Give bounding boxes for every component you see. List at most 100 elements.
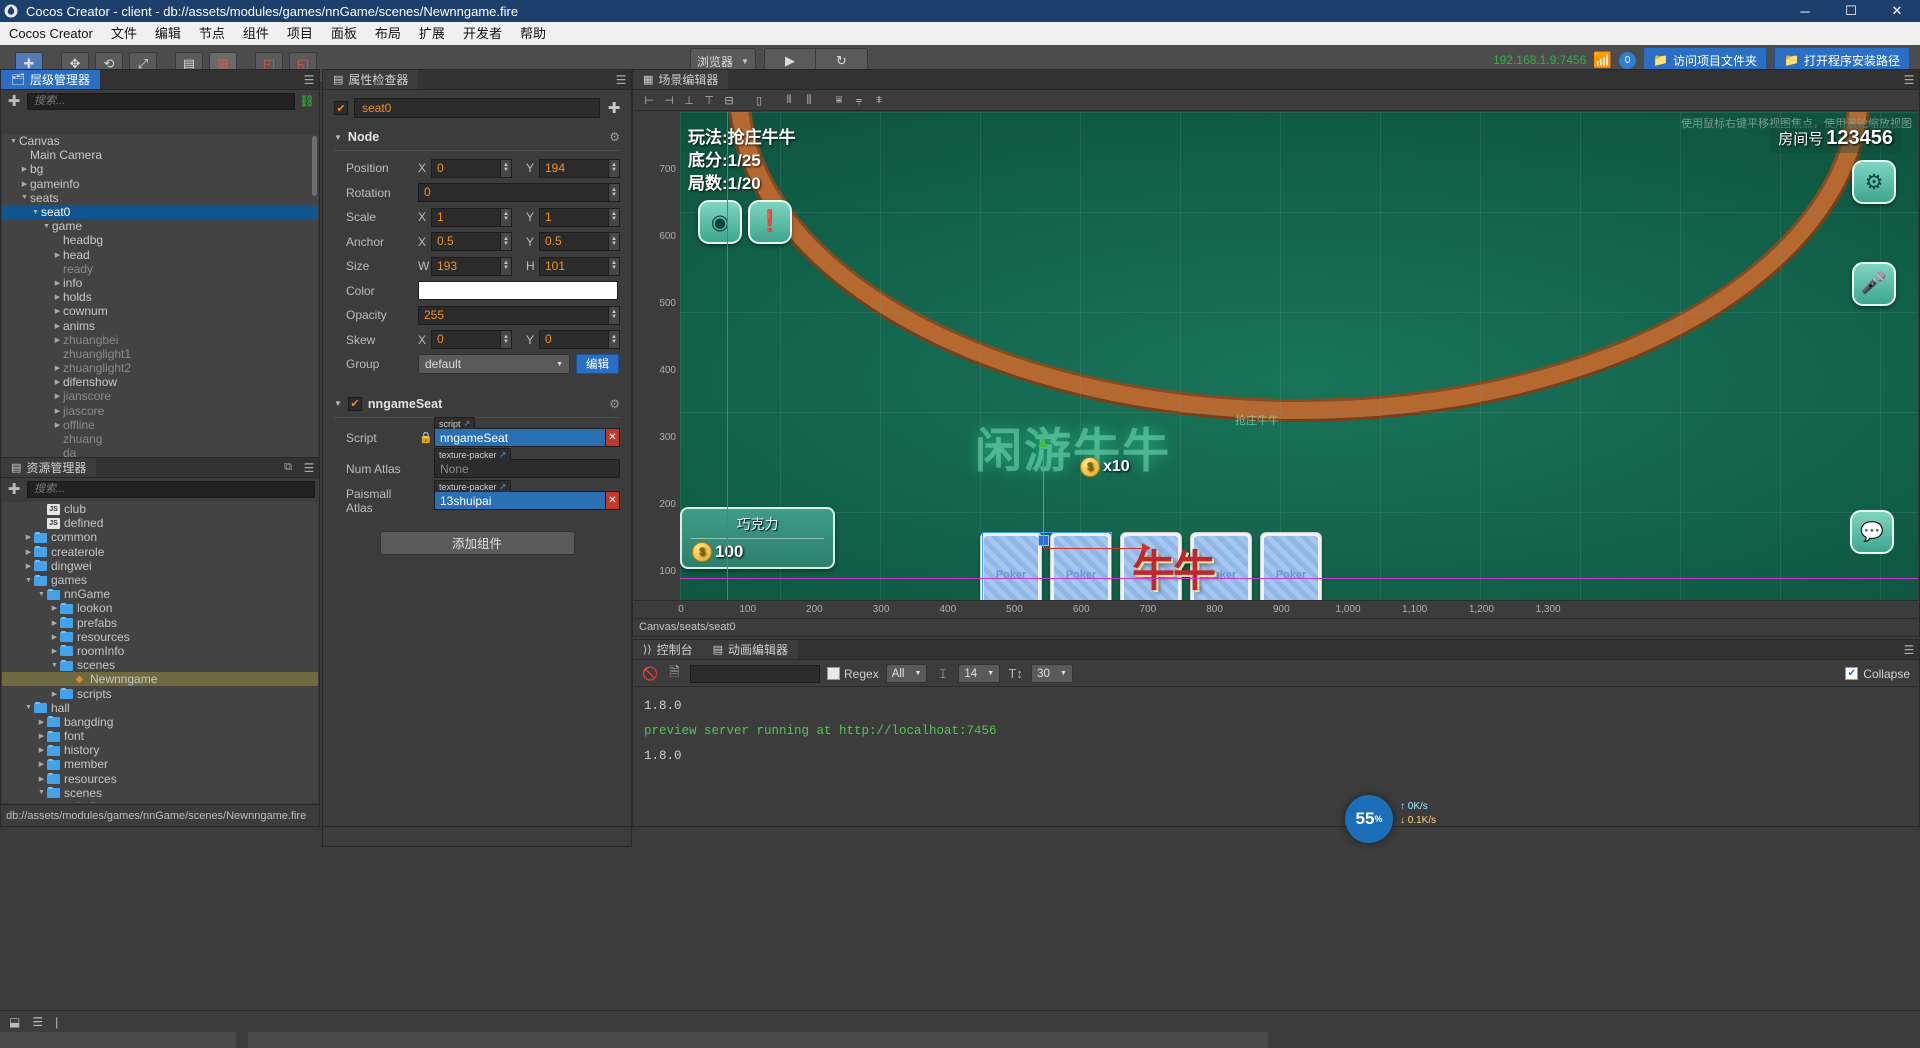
chevron-right-icon[interactable] — [23, 562, 34, 570]
chevron-down-icon[interactable] — [19, 194, 30, 201]
align-bottom-icon[interactable]: ▯ — [750, 93, 768, 109]
skew-y-input[interactable]: 0 — [539, 330, 609, 350]
collapse-checkbox[interactable]: ✔ — [1845, 667, 1859, 680]
menu-item-file[interactable]: 文件 — [102, 22, 146, 45]
mic-button[interactable]: 🎤 — [1852, 262, 1896, 306]
hierarchy-node-bg[interactable]: bg — [2, 162, 318, 176]
hierarchy-node-difenshow[interactable]: difenshow — [2, 375, 318, 389]
hierarchy-node-jiascore[interactable]: jiascore — [2, 404, 318, 418]
paismall-atlas-value[interactable]: 13shuipai — [434, 491, 606, 510]
regex-checkbox[interactable] — [827, 667, 840, 680]
scene-game-canvas[interactable]: 使用鼠标右键平移视图焦点，使用滚轮缩放视图 玩法:抢庄牛牛 底分:1/25 局数… — [680, 112, 1918, 600]
poker-card[interactable]: Poker — [1260, 532, 1322, 600]
chevron-right-icon[interactable] — [52, 293, 63, 301]
hierarchy-add-node-icon[interactable]: ✚ — [5, 92, 23, 110]
node-enabled-checkbox[interactable]: ✔ — [334, 101, 348, 115]
console-filter-input[interactable] — [690, 664, 820, 683]
hierarchy-node-jianscore[interactable]: jianscore — [2, 389, 318, 403]
assets-panel-menu-icon[interactable]: ☰ — [299, 458, 319, 477]
distribute-h-left-icon[interactable]: ⫴ — [780, 93, 798, 109]
rules-button[interactable]: ❗ — [748, 200, 792, 244]
align-right-icon[interactable]: ⊥ — [680, 93, 698, 109]
chevron-right-icon[interactable] — [52, 407, 63, 415]
node-name-input[interactable]: seat0 — [354, 98, 600, 118]
component-section-header[interactable]: ▼ ✔ nngameSeat ⚙ — [324, 391, 630, 415]
asset-item-newnngame[interactable]: ◆ Newnngame — [2, 672, 318, 687]
hierarchy-node-zhuanglight1[interactable]: zhuanglight1 — [2, 347, 318, 361]
component-enabled-checkbox[interactable]: ✔ — [347, 396, 362, 411]
position-y-stepper[interactable]: ▲ ▼ — [609, 158, 620, 178]
align-top-icon[interactable]: ⊤ — [700, 93, 718, 109]
menu-item-node[interactable]: 节点 — [190, 22, 234, 45]
external-link-icon[interactable]: ↗ — [500, 482, 507, 491]
menu-item-developer[interactable]: 开发者 — [454, 22, 511, 45]
distribute-h-center-icon[interactable]: ⫼ — [800, 93, 818, 109]
scene-panel-menu-icon[interactable]: ☰ — [1899, 70, 1919, 89]
tab-console[interactable]: ⟩⟩ 控制台 — [633, 640, 703, 659]
hierarchy-scrollbar[interactable] — [312, 136, 317, 196]
hierarchy-node-game[interactable]: game — [2, 219, 318, 233]
tab-scene-editor[interactable]: ▦ 场景编辑器 — [633, 70, 729, 89]
minimize-button[interactable]: ─ — [1782, 0, 1828, 22]
chevron-right-icon[interactable] — [52, 392, 63, 400]
chevron-right-icon[interactable] — [52, 307, 63, 315]
chat-bubble-button[interactable]: 💬 — [1850, 510, 1894, 554]
hierarchy-node-anims[interactable]: anims — [2, 318, 318, 333]
assets-expand-icon[interactable]: ⧉ — [284, 461, 292, 474]
chevron-right-icon[interactable] — [49, 690, 60, 698]
opacity-input[interactable]: 255 — [418, 305, 609, 325]
chevron-right-icon[interactable] — [23, 533, 34, 541]
menu-item-component[interactable]: 组件 — [234, 22, 278, 45]
chevron-right-icon[interactable] — [52, 322, 63, 330]
hierarchy-node-seats[interactable]: seats — [2, 191, 318, 205]
hierarchy-node-gameinfo[interactable]: gameinfo — [2, 177, 318, 191]
external-link-icon[interactable]: ↗ — [500, 450, 507, 459]
asset-item-defined[interactable]: JS defined — [2, 516, 318, 530]
distribute-v-bottom-icon[interactable]: ⩨ — [870, 93, 888, 109]
scale-x-input[interactable]: 1 — [431, 207, 501, 227]
chevron-right-icon[interactable] — [52, 364, 63, 372]
position-x-input[interactable]: 0 — [431, 158, 501, 178]
asset-item-hall[interactable]: hall — [2, 701, 318, 715]
paismall-atlas-clear-button[interactable]: ✕ — [606, 491, 620, 510]
hierarchy-node-headbg[interactable]: headbg — [2, 233, 318, 247]
status-icon-2[interactable]: ☰ — [32, 1015, 43, 1029]
asset-item-prefabs[interactable]: prefabs — [2, 616, 318, 630]
chevron-right-icon[interactable] — [36, 760, 47, 768]
asset-item-bangding[interactable]: bangding — [2, 715, 318, 729]
anchor-x-stepper[interactable]: ▲ ▼ — [501, 232, 512, 252]
asset-item-member[interactable]: member — [2, 757, 318, 771]
tab-animation-editor[interactable]: ▤ 动画编辑器 — [702, 640, 799, 659]
console-log-output[interactable]: 1.8.0 preview server running at http://lo… — [634, 688, 1918, 825]
group-select[interactable]: default ▼ — [418, 354, 570, 375]
chevron-right-icon[interactable] — [19, 180, 30, 188]
position-y-input[interactable]: 194 — [539, 158, 609, 178]
anchor-x-input[interactable]: 0.5 — [431, 232, 501, 252]
clear-console-icon[interactable]: 🚫 — [642, 666, 659, 682]
menu-item-layout[interactable]: 布局 — [366, 22, 410, 45]
seat0-widget[interactable]: 巧克力 $ 100 — [680, 507, 835, 569]
line-height-select[interactable]: 30 ▼ — [1031, 664, 1073, 683]
size-height-stepper[interactable]: ▲ ▼ — [609, 256, 620, 276]
asset-item-resources[interactable]: resources — [2, 772, 318, 786]
chevron-down-icon[interactable] — [41, 223, 52, 230]
gear-icon[interactable]: ⚙ — [609, 397, 620, 411]
chevron-right-icon[interactable] — [23, 548, 34, 556]
hierarchy-node-main camera[interactable]: Main Camera — [2, 148, 318, 162]
align-center-h-icon[interactable]: ⊣ — [660, 93, 678, 109]
asset-item-lookon[interactable]: lookon — [2, 601, 318, 615]
asset-item-resources[interactable]: resources — [2, 630, 318, 644]
chevron-right-icon[interactable] — [36, 732, 47, 740]
size-height-input[interactable]: 101 — [539, 256, 609, 276]
anchor-y-stepper[interactable]: ▲ ▼ — [609, 232, 620, 252]
asset-item-nngame[interactable]: nnGame — [2, 587, 318, 601]
add-node-component-icon[interactable]: ✚ — [606, 99, 622, 117]
asset-item-scripts[interactable]: scripts — [2, 686, 318, 701]
align-left-icon[interactable]: ⊢ — [640, 93, 658, 109]
distribute-v-center-icon[interactable]: ⩦ — [850, 93, 868, 109]
distribute-v-top-icon[interactable]: ⩸ — [830, 93, 848, 109]
asset-item-scenes[interactable]: scenes — [2, 658, 318, 672]
chevron-right-icon[interactable] — [19, 165, 30, 173]
hierarchy-node-head[interactable]: head — [2, 248, 318, 262]
size-width-input[interactable]: 193 — [431, 256, 501, 276]
